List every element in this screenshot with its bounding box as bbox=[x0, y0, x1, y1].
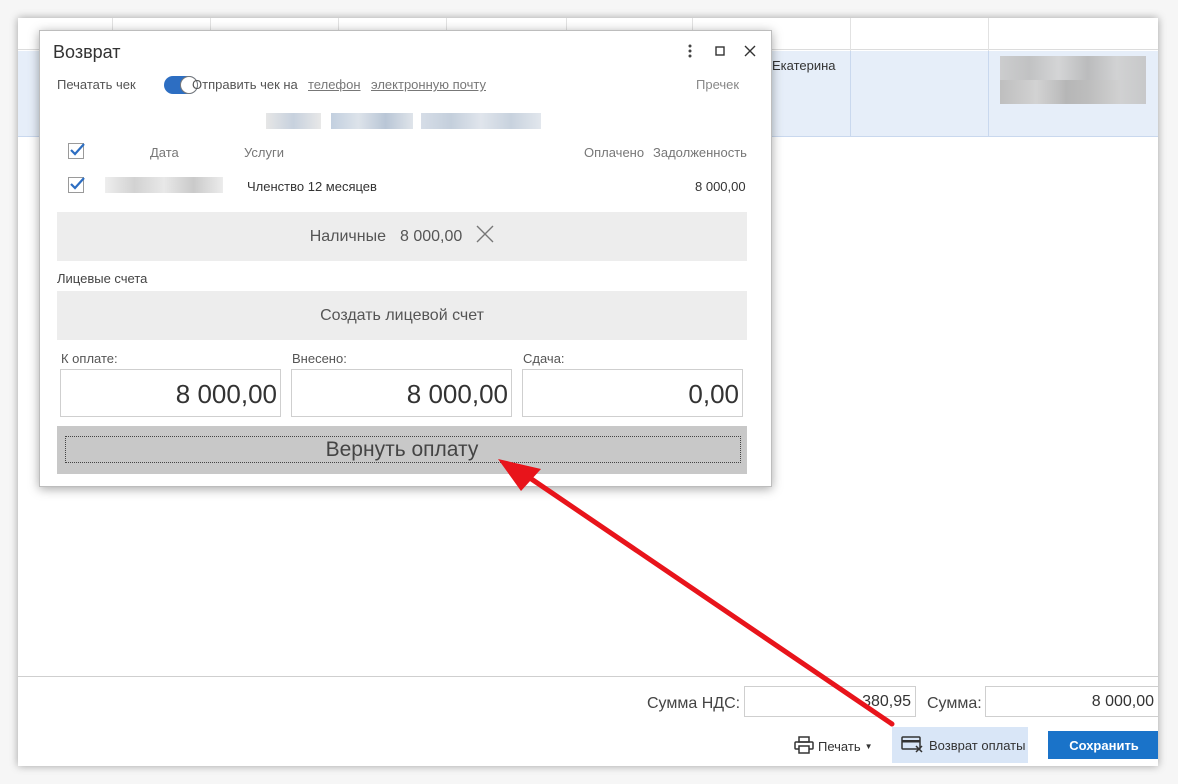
to-pay-field[interactable]: 8 000,00 bbox=[60, 369, 281, 417]
paid-in-label: Внесено: bbox=[292, 351, 347, 366]
blurred-content bbox=[266, 113, 321, 129]
column-date: Дата bbox=[150, 145, 179, 160]
row-checkbox[interactable] bbox=[68, 177, 85, 193]
dialog-title: Возврат bbox=[53, 42, 121, 62]
payment-method-bar[interactable]: Наличные 8 000,00 bbox=[57, 212, 747, 261]
paid-in-field[interactable]: 8 000,00 bbox=[291, 369, 512, 417]
service-name: Членство 12 месяцев bbox=[247, 179, 377, 194]
select-all-checkbox[interactable] bbox=[68, 143, 85, 159]
phone-link[interactable]: телефон bbox=[308, 77, 361, 92]
client-name-cell: Екатерина bbox=[772, 58, 836, 73]
refund-confirm-button[interactable]: Вернуть оплату bbox=[57, 426, 747, 474]
blurred-date bbox=[105, 177, 223, 193]
vat-field[interactable]: 380,95 bbox=[744, 686, 916, 717]
printer-icon bbox=[794, 735, 814, 757]
refund-confirm-label: Вернуть оплату bbox=[325, 438, 479, 461]
close-icon[interactable] bbox=[742, 43, 758, 59]
blurred-content bbox=[331, 113, 413, 129]
change-label: Сдача: bbox=[523, 351, 565, 366]
precheck-link[interactable]: Пречек bbox=[696, 77, 739, 92]
column-debt: Задолженность bbox=[653, 145, 747, 160]
receipt-options-row: Печатать чек Отправить чек на телефон эл… bbox=[57, 76, 747, 95]
save-button[interactable]: Сохранить bbox=[1048, 731, 1158, 759]
to-pay-label: К оплате: bbox=[61, 351, 118, 366]
grid-column-divider bbox=[988, 51, 989, 137]
sum-field[interactable]: 8 000,00 bbox=[985, 686, 1158, 717]
table-row[interactable]: Членство 12 месяцев 8 000,00 bbox=[57, 177, 747, 197]
column-services: Услуги bbox=[244, 145, 284, 160]
payment-amount: 8 000,00 bbox=[400, 227, 463, 245]
print-button-label: Печать bbox=[818, 738, 861, 754]
caret-down-icon: ▼ bbox=[864, 741, 873, 751]
refund-payment-label: Возврат оплаты bbox=[929, 737, 1026, 753]
change-field[interactable]: 0,00 bbox=[522, 369, 743, 417]
column-paid: Оплачено bbox=[584, 145, 645, 160]
card-refund-icon bbox=[901, 735, 923, 756]
more-options-icon[interactable] bbox=[682, 43, 698, 59]
blurred-content bbox=[421, 113, 541, 129]
blurred-content bbox=[1000, 80, 1120, 104]
print-button[interactable]: Печать ▼ bbox=[794, 735, 873, 757]
maximize-icon[interactable] bbox=[712, 43, 728, 59]
create-account-button[interactable]: Создать лицевой счет bbox=[57, 291, 747, 340]
payment-method-label: Наличные bbox=[309, 227, 386, 245]
debt-value: 8 000,00 bbox=[695, 179, 746, 194]
remove-payment-icon[interactable] bbox=[476, 225, 494, 248]
print-receipt-label: Печатать чек bbox=[57, 77, 136, 92]
email-link[interactable]: электронную почту bbox=[371, 77, 486, 92]
refund-payment-button[interactable]: Возврат оплаты bbox=[892, 727, 1028, 763]
accounts-section-label: Лицевые счета bbox=[57, 271, 148, 286]
send-receipt-label: Отправить чек на bbox=[192, 77, 298, 92]
refund-dialog: Возврат Печатать чек Отправить чек на те… bbox=[39, 30, 772, 487]
vat-label: Сумма НДС: bbox=[647, 695, 741, 712]
grid-column-divider bbox=[850, 51, 851, 137]
table-header: Дата Услуги Оплачено Задолженность bbox=[57, 143, 747, 163]
sum-label: Сумма: bbox=[927, 695, 982, 712]
